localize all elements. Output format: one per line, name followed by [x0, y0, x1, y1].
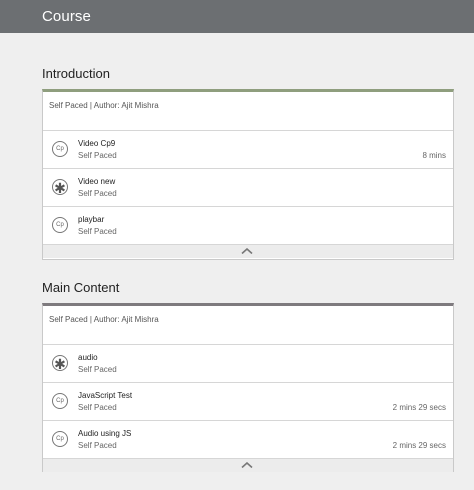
- section-meta: Self Paced | Author: Ajit Mishra: [49, 315, 159, 324]
- module-duration: 2 mins 29 secs: [392, 403, 446, 412]
- module-type: Self Paced: [78, 441, 117, 450]
- module-type: Self Paced: [78, 365, 117, 374]
- module-name[interactable]: playbar: [78, 215, 104, 224]
- module-item-video-cp9[interactable]: Cp Video Cp9 Self Paced 8 mins: [43, 131, 453, 169]
- cp-icon: Cp: [52, 431, 68, 447]
- section-header: Self Paced | Author: Ajit Mishra: [43, 306, 453, 345]
- collapse-bar[interactable]: [43, 245, 453, 258]
- chevron-up-icon[interactable]: [241, 248, 253, 254]
- module-item-playbar[interactable]: Cp playbar Self Paced: [43, 207, 453, 245]
- module-item-javascript-test[interactable]: Cp JavaScript Test Self Paced 2 mins 29 …: [43, 383, 453, 421]
- section-card-introduction: Self Paced | Author: Ajit Mishra Cp Vide…: [42, 89, 454, 260]
- section-title-main-content: Main Content: [42, 280, 120, 295]
- cp-icon: Cp: [52, 217, 68, 233]
- module-duration: 2 mins 29 secs: [392, 441, 446, 450]
- section-title-introduction: Introduction: [42, 66, 110, 81]
- module-type: Self Paced: [78, 151, 117, 160]
- module-name[interactable]: Audio using JS: [78, 429, 131, 438]
- module-type: Self Paced: [78, 403, 117, 412]
- module-name[interactable]: Video Cp9: [78, 139, 115, 148]
- chevron-up-icon[interactable]: [241, 462, 253, 468]
- asterisk-icon: ✱: [52, 355, 68, 372]
- asterisk-icon: ✱: [52, 179, 68, 196]
- section-header: Self Paced | Author: Ajit Mishra: [43, 92, 453, 131]
- module-type: Self Paced: [78, 227, 117, 236]
- collapse-bar[interactable]: [43, 459, 453, 472]
- module-duration: 8 mins: [422, 151, 446, 160]
- module-name[interactable]: audio: [78, 353, 98, 362]
- page-title: Course: [42, 8, 91, 25]
- section-card-main-content: Self Paced | Author: Ajit Mishra ✱ audio…: [42, 303, 454, 472]
- module-name[interactable]: JavaScript Test: [78, 391, 132, 400]
- module-item-audio-using-js[interactable]: Cp Audio using JS Self Paced 2 mins 29 s…: [43, 421, 453, 459]
- module-item-video-new[interactable]: ✱ Video new Self Paced: [43, 169, 453, 207]
- cp-icon: Cp: [52, 141, 68, 157]
- module-name[interactable]: Video new: [78, 177, 115, 186]
- module-type: Self Paced: [78, 189, 117, 198]
- top-bar: Course: [0, 0, 474, 33]
- cp-icon: Cp: [52, 393, 68, 409]
- section-meta: Self Paced | Author: Ajit Mishra: [49, 101, 159, 110]
- module-item-audio[interactable]: ✱ audio Self Paced: [43, 345, 453, 383]
